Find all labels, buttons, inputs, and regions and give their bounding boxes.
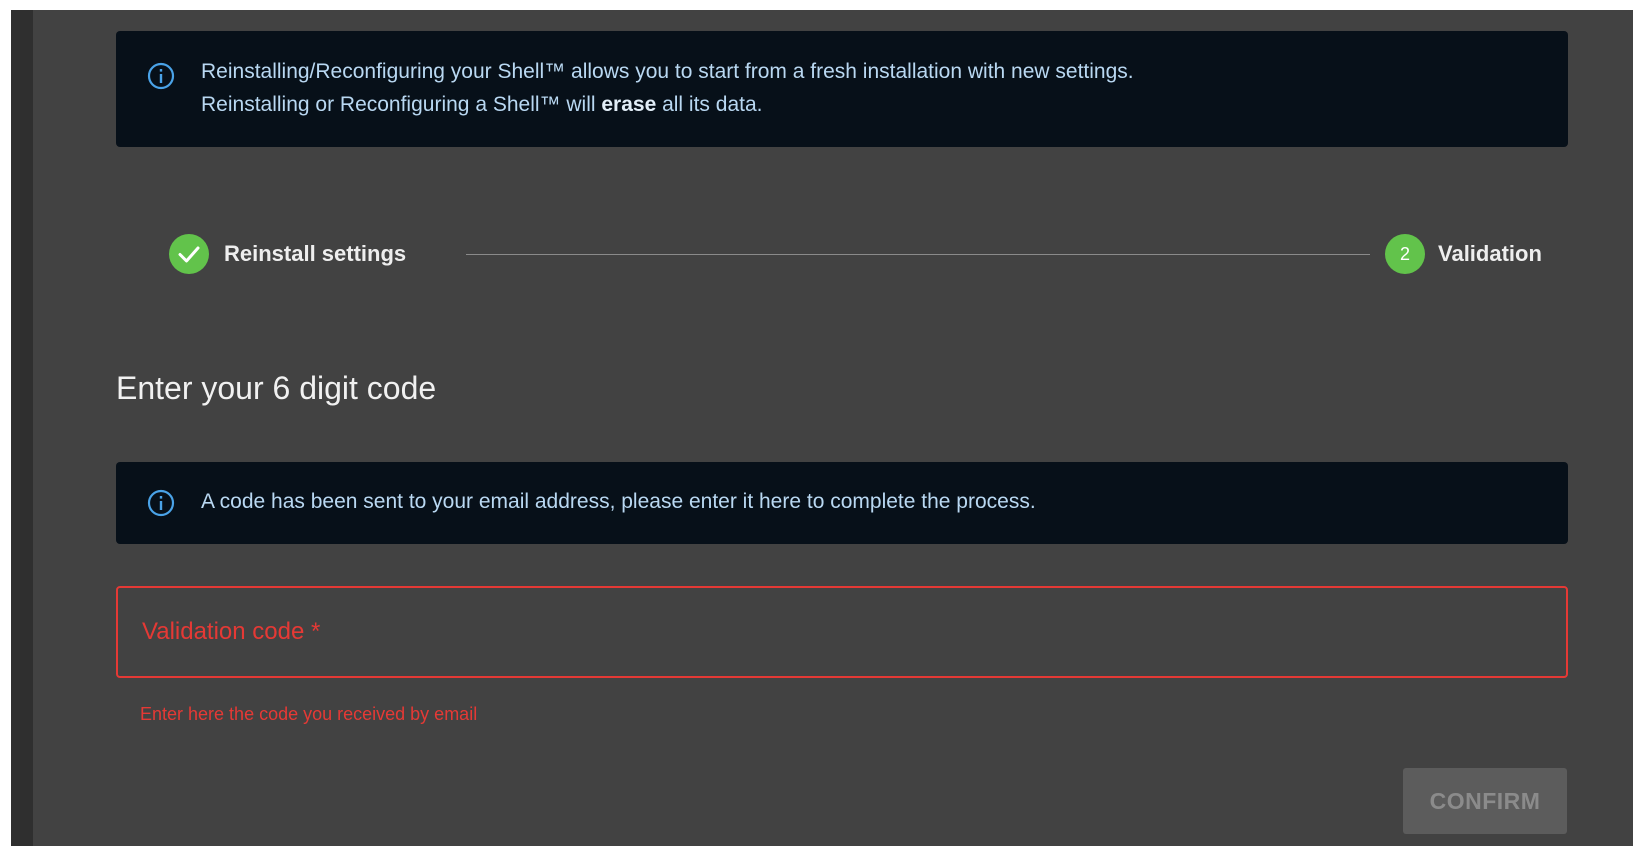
step-number-circle: 2 [1385,234,1425,274]
validation-code-label: Validation code * [142,618,321,645]
step-completed-circle [169,234,209,274]
info-circle-icon [146,488,176,518]
reinstall-info-alert: Reinstalling/Reconfiguring your Shell™ a… [116,31,1568,147]
erase-emphasis: erase [601,93,657,116]
step-label-validation: Validation [1438,241,1542,266]
validation-code-helper-text: Enter here the code you received by emai… [140,704,478,724]
reinstall-panel: Reinstalling/Reconfiguring your Shell™ a… [33,10,1633,846]
page: Reinstalling/Reconfiguring your Shell™ a… [0,0,1633,846]
validation-code-field[interactable]: Validation code * [116,586,1568,678]
reinstall-info-line2-suffix: all its data. [656,93,763,116]
info-circle-icon [146,61,176,91]
page-title: Enter your 6 digit code [116,370,437,406]
code-sent-info-alert: A code has been sent to your email addre… [116,462,1568,544]
reinstall-info-line2: Reinstalling or Reconfiguring a Shell™ w… [201,93,762,117]
step-connector [466,254,1370,255]
code-sent-info-text: A code has been sent to your email addre… [201,490,1036,513]
stepper: Reinstall settings 2 Validation [169,232,1549,276]
left-rail [11,10,33,846]
check-icon [178,246,200,263]
step-label-reinstall-settings: Reinstall settings [224,241,407,266]
reinstall-info-line2-prefix: Reinstalling or Reconfiguring a Shell™ w… [201,93,602,116]
confirm-button[interactable]: CONFIRM [1403,768,1567,834]
reinstall-info-line1: Reinstalling/Reconfiguring your Shell™ a… [201,60,1134,83]
